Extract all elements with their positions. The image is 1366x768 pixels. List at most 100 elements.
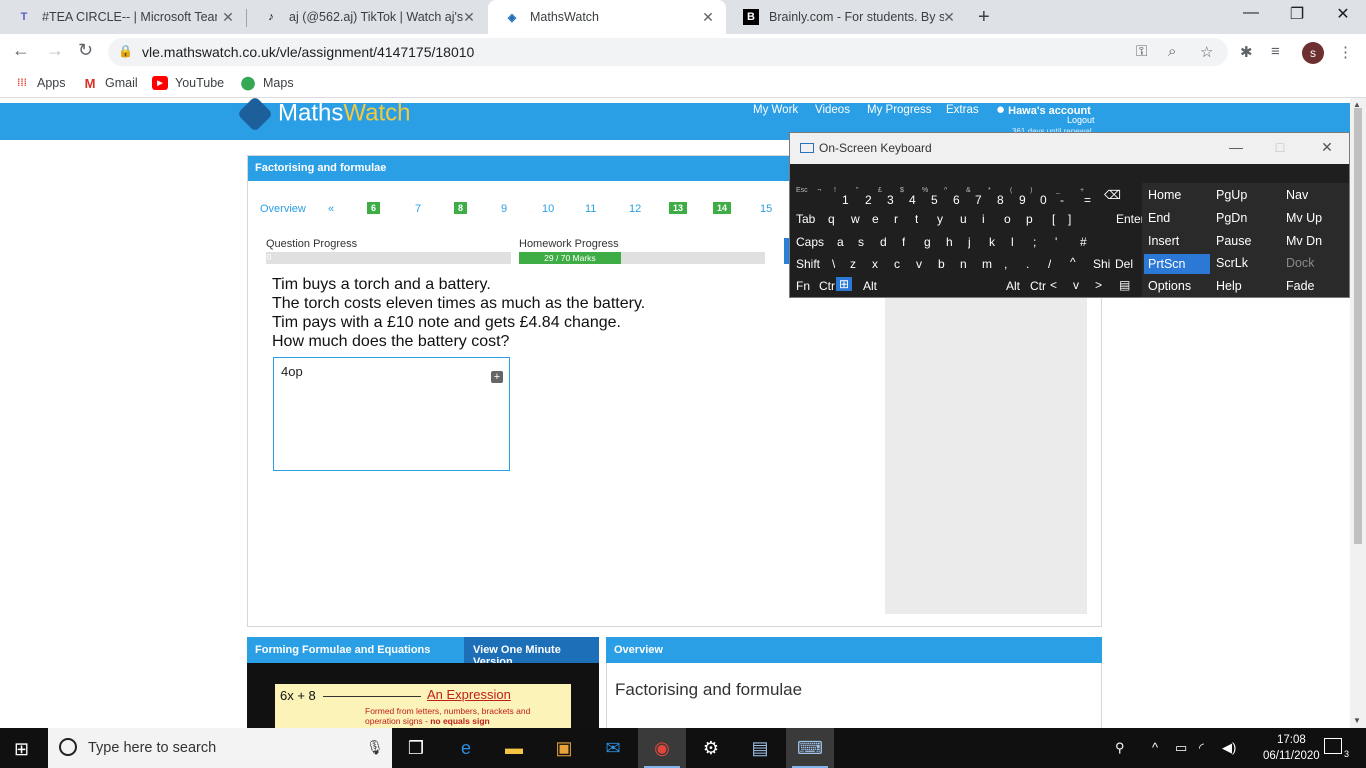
osk-key-3[interactable]: d <box>880 235 887 249</box>
osk-key-alt[interactable]: Alt <box>863 279 877 293</box>
osk-arrow-up-icon[interactable]: ^ <box>1070 255 1076 269</box>
question-link-6[interactable]: 6 <box>367 202 381 214</box>
osk-key-scrlk[interactable]: ScrLk <box>1216 256 1248 270</box>
page-scrollbar[interactable]: ▲ ▼ <box>1350 98 1366 728</box>
osk-arrow-right-icon[interactable]: > <box>1095 278 1102 292</box>
taskbar-search[interactable]: Type here to search 🎙 <box>48 728 392 768</box>
osk-key-dock[interactable]: Dock <box>1286 256 1314 270</box>
osk-key-1[interactable]: a <box>837 235 844 249</box>
question-link-13[interactable]: 13 <box>669 202 688 214</box>
osk-key-fade[interactable]: Fade <box>1286 279 1315 293</box>
osk-key-3[interactable]: x <box>872 257 878 271</box>
file-explorer-icon[interactable]: ▬ <box>490 728 538 768</box>
close-tab-icon[interactable]: ✕ <box>700 9 716 26</box>
osk-key-fn[interactable]: Fn <box>796 279 810 293</box>
scroll-down-icon[interactable]: ▼ <box>1353 716 1361 725</box>
osk-key-10[interactable]: - <box>1060 193 1064 207</box>
osk-key-4[interactable]: 5 <box>931 193 938 207</box>
mathswatch-logo[interactable]: MathsWatch <box>236 98 410 133</box>
tab-brainly[interactable]: B Brainly.com - For students. By stu ✕ <box>727 0 967 34</box>
notifications-icon[interactable]: 3 <box>1324 738 1349 759</box>
windows-start-icon[interactable]: ⊞ <box>14 739 29 760</box>
osk-key-8[interactable]: 9 <box>1019 193 1026 207</box>
question-link-15[interactable]: 15 <box>760 203 772 215</box>
osk-key-y[interactable]: y <box>937 212 943 226</box>
osk-key-w[interactable]: w <box>851 212 860 226</box>
clock[interactable]: 17:08 06/11/2020 <box>1263 732 1320 764</box>
close-tab-icon[interactable]: ✕ <box>461 9 477 26</box>
osk-taskbar-icon[interactable]: ⌨ <box>786 728 834 768</box>
osk-key-shift-symbol[interactable]: * <box>988 187 991 194</box>
question-link-10[interactable]: 10 <box>542 203 554 215</box>
media-icon[interactable]: ≡ <box>1271 43 1280 60</box>
osk-key-9[interactable]: l <box>1011 235 1014 249</box>
osk-key-4[interactable]: c <box>894 257 900 271</box>
question-link-7[interactable]: 7 <box>415 203 421 215</box>
osk-key-6[interactable]: h <box>946 235 953 249</box>
task-view-icon[interactable]: ❒ <box>392 728 440 768</box>
forward-icon[interactable]: → <box>46 40 64 61</box>
osk-key-][interactable]: ] <box>1068 212 1071 226</box>
osk-key-5[interactable]: v <box>916 257 922 271</box>
osk-key-t[interactable]: t <box>915 212 918 226</box>
osk-key-2[interactable]: 3 <box>887 193 894 207</box>
osk-key-enter[interactable]: Enter <box>1116 212 1145 226</box>
prev-questions-link[interactable]: « <box>328 203 334 215</box>
bookmark-apps[interactable]: ⁞⁞⁞ Apps <box>14 76 66 90</box>
address-bar[interactable]: 🔒 vle.mathswatch.co.uk/vle/assignment/41… <box>108 38 1228 66</box>
scroll-thumb[interactable] <box>1354 108 1362 544</box>
osk-key-alt[interactable]: Alt <box>1006 279 1020 293</box>
osk-key-help[interactable]: Help <box>1216 279 1242 293</box>
osk-key-pgup[interactable]: PgUp <box>1216 188 1247 202</box>
osk-key-u[interactable]: u <box>960 212 967 226</box>
osk-key-pgdn[interactable]: PgDn <box>1216 211 1247 225</box>
overview-link[interactable]: Overview <box>260 203 306 215</box>
osk-key-4[interactable]: f <box>902 235 905 249</box>
osk-key-5[interactable]: 6 <box>953 193 960 207</box>
expand-plus-icon[interactable]: + <box>491 371 503 383</box>
osk-key-nav[interactable]: Nav <box>1286 188 1308 202</box>
osk-key-home[interactable]: Home <box>1148 188 1181 202</box>
osk-key-options[interactable]: Options <box>1148 279 1191 293</box>
osk-minimize-icon[interactable]: — <box>1226 139 1246 155</box>
osk-key-2[interactable]: s <box>858 235 864 249</box>
osk-maximize-icon[interactable]: □ <box>1270 139 1290 155</box>
remote-desktop-icon[interactable]: ▤ <box>736 728 784 768</box>
osk-key-shift-symbol[interactable]: & <box>966 187 971 194</box>
microphone-icon[interactable]: 🎙 <box>366 739 384 756</box>
osk-key-12[interactable]: Shi <box>1093 257 1110 271</box>
osk-key-6[interactable]: 7 <box>975 193 982 207</box>
answer-input[interactable]: 4op + <box>273 357 510 471</box>
reload-icon[interactable]: ↻ <box>78 40 93 61</box>
osk-key-r[interactable]: r <box>894 212 898 226</box>
view-one-minute-button[interactable]: View One Minute Version <box>464 637 599 668</box>
people-icon[interactable]: ⚲ <box>1115 740 1125 756</box>
star-icon[interactable]: ☆ <box>1200 43 1213 61</box>
osk-key-7[interactable]: 8 <box>997 193 1004 207</box>
osk-key-0[interactable]: Shift <box>796 257 820 271</box>
tab-tiktok[interactable]: ♪ aj (@562.aj) TikTok | Watch aj's N ✕ <box>247 0 487 34</box>
tab-mathswatch[interactable]: ◈ MathsWatch ✕ <box>488 0 726 34</box>
question-link-8[interactable]: 8 <box>454 202 468 214</box>
tab-teams[interactable]: T #TEA CIRCLE-- | Microsoft Teams ✕ <box>0 0 246 34</box>
osk-key-0[interactable]: 1 <box>842 193 849 207</box>
osk-key-insert[interactable]: Insert <box>1148 234 1179 248</box>
key-icon[interactable]: ⚿ <box>1136 43 1147 60</box>
osk-key-11[interactable]: = <box>1084 193 1091 207</box>
osk-key-9[interactable]: 0 <box>1040 193 1047 207</box>
osk-key-shift-symbol[interactable]: ) <box>1030 187 1032 194</box>
osk-key-8[interactable]: k <box>989 235 995 249</box>
edge-icon[interactable]: e <box>442 728 490 768</box>
bookmark-youtube[interactable]: ▶ YouTube <box>152 76 224 90</box>
osk-close-icon[interactable]: ✕ <box>1317 139 1337 156</box>
osk-key-1[interactable]: \ <box>832 257 835 271</box>
osk-key-esc[interactable]: Esc <box>796 187 808 194</box>
osk-key-8[interactable]: m <box>982 257 992 271</box>
osk-key-ctr[interactable]: Ctr <box>1030 279 1046 293</box>
osk-key-shift-symbol[interactable]: " <box>856 187 859 194</box>
osk-key-tab[interactable]: Tab <box>796 212 815 226</box>
video-player[interactable]: 6x + 8 An Expression Formed from letters… <box>247 663 599 728</box>
settings-gear-icon[interactable]: ⚙ <box>687 728 735 768</box>
osk-menu-key-icon[interactable]: ▤ <box>1119 278 1130 292</box>
osk-key-shift-symbol[interactable]: £ <box>878 187 882 194</box>
